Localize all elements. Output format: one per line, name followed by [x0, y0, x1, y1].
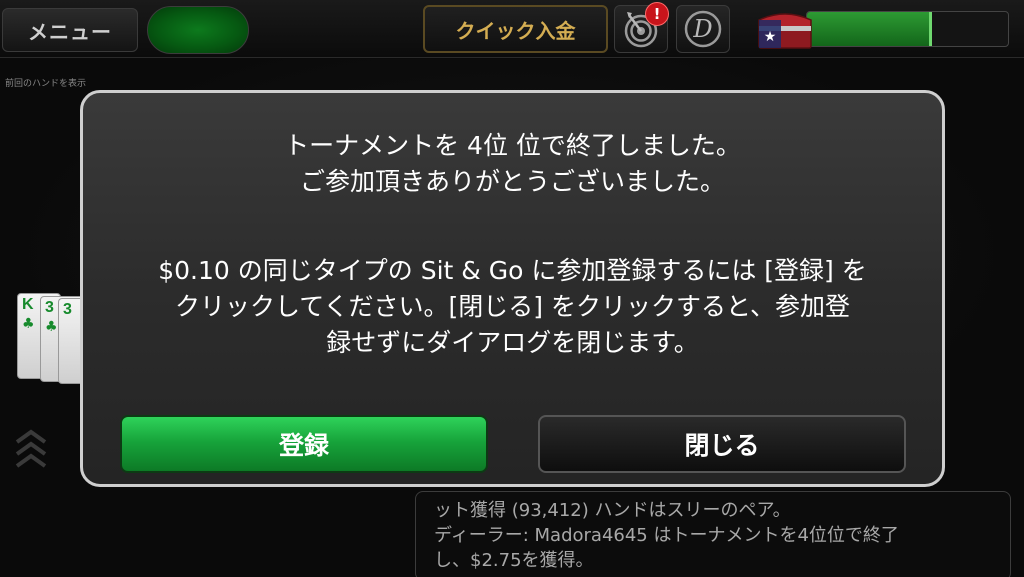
dialog-register-message: $0.10 の同じタイプの Sit & Go に参加登録するには [登録] を …	[83, 253, 942, 361]
dialog-line: 録せずにダイアログを閉じます。	[326, 328, 699, 357]
reward-progress-fill	[807, 12, 932, 46]
svg-text:D: D	[692, 15, 712, 43]
log-line: ット獲得 (93,412) ハンドはスリーのペア。	[434, 500, 791, 521]
log-line: ディーラー: Madora4645 はトーナメントを4位位で終了	[434, 525, 899, 546]
hole-card: 3	[58, 298, 82, 384]
card-rank: 3	[63, 301, 72, 318]
tournament-result-dialog: トーナメントを 4位 位で終了しました。 ご参加頂きありがとうございました。 $…	[80, 90, 945, 487]
close-button[interactable]: 閉じる	[538, 415, 906, 473]
reward-progress-bar	[806, 11, 1009, 47]
club-suit-icon: ♣	[22, 316, 35, 332]
menu-button[interactable]: メニュー	[2, 8, 138, 52]
chevron-up-icon[interactable]	[14, 428, 48, 474]
notification-badge: !	[645, 2, 669, 26]
card-rank: K	[22, 296, 34, 313]
previous-hand-link[interactable]: 前回のハンドを表示	[5, 76, 86, 89]
top-bar: メニュー クイック入金 ! D ★	[0, 0, 1024, 58]
status-indicator[interactable]	[147, 6, 249, 54]
treasure-chest-icon[interactable]: ★	[755, 6, 815, 52]
d-logo-icon: D	[684, 10, 722, 48]
log-line: し、$2.75を獲得。	[434, 550, 594, 571]
dealer-chat-log[interactable]: ット獲得 (93,412) ハンドはスリーのペア。 ディーラー: Madora4…	[415, 491, 1011, 577]
dialog-line: ご参加頂きありがとうございました。	[299, 167, 725, 196]
club-suit-icon: ♣	[45, 319, 58, 335]
register-button[interactable]: 登録	[120, 415, 488, 473]
card-rank: 3	[45, 299, 54, 316]
dialog-line: トーナメントを 4位 位で終了しました。	[284, 131, 741, 160]
d-app-button[interactable]: D	[676, 5, 730, 53]
missions-button[interactable]: !	[614, 2, 669, 53]
dialog-finish-message: トーナメントを 4位 位で終了しました。 ご参加頂きありがとうございました。	[83, 128, 942, 200]
quick-deposit-button[interactable]: クイック入金	[423, 5, 608, 53]
dialog-line: $0.10 の同じタイプの Sit & Go に参加登録するには [登録] を	[158, 256, 867, 285]
dialog-line: クリックしてください。[閉じる] をクリックすると、参加登	[175, 292, 850, 321]
svg-text:★: ★	[764, 29, 777, 45]
